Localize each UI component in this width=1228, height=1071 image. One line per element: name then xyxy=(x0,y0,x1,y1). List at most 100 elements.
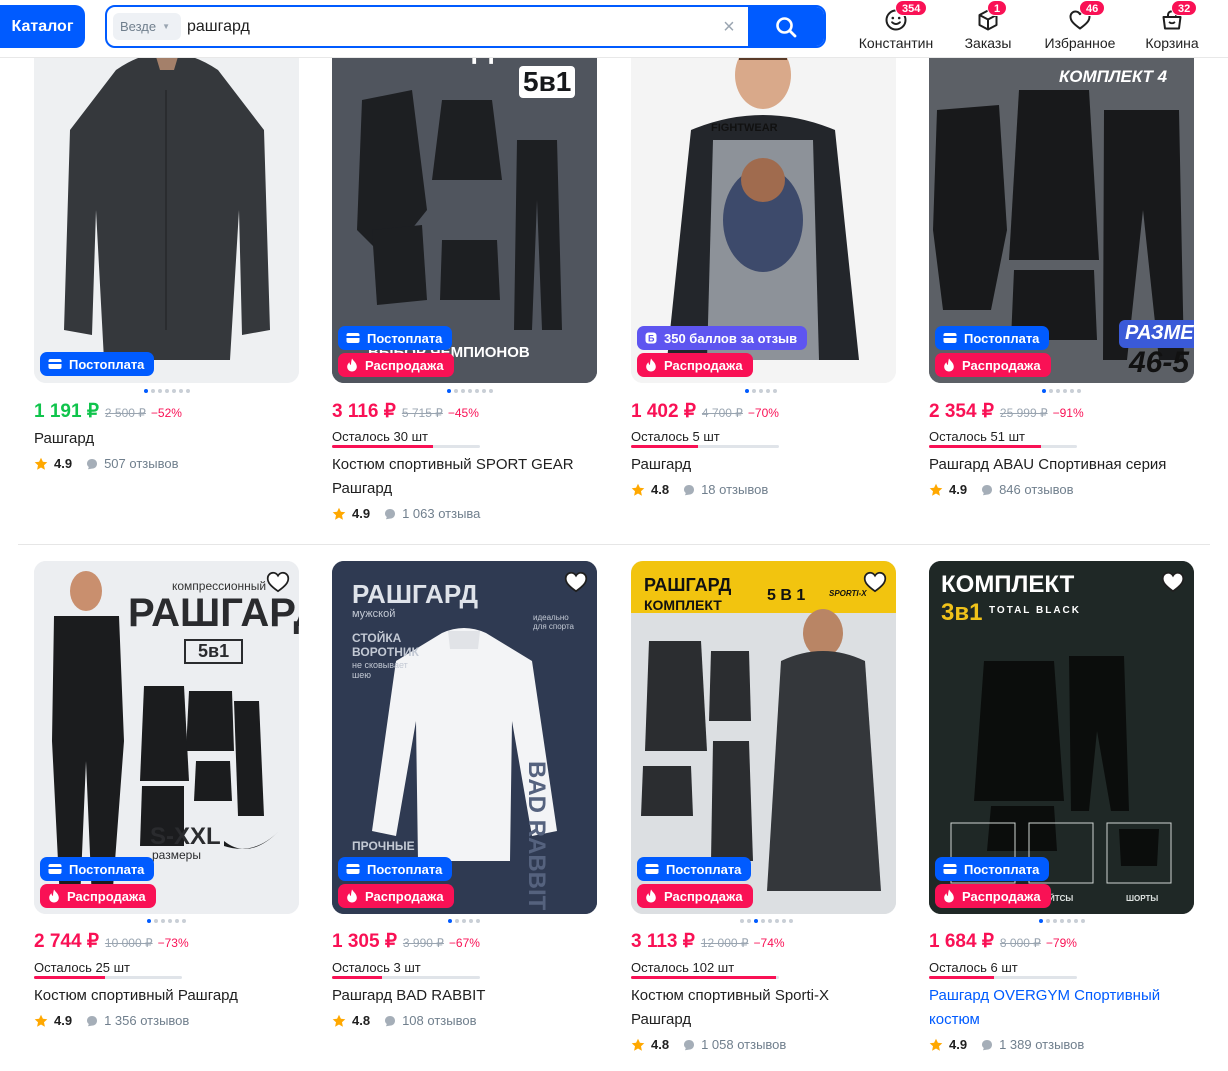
search-button[interactable] xyxy=(748,7,824,46)
chevron-down-icon: ▼ xyxy=(162,22,171,31)
header: Каталог Везде ▼ × 354 Константин 1 Заказ… xyxy=(0,0,1228,58)
product-title[interactable]: Костюм спортивный Sporti-X Рашгард xyxy=(631,984,893,1032)
reviews-count[interactable]: 18 отзывов xyxy=(701,482,768,497)
product-card[interactable]: РАШГАРД мужской СТОЙКА ВОРОТНИК не сковы… xyxy=(332,561,597,1041)
old-price: 3 990 ₽ xyxy=(402,936,444,950)
image-pager[interactable] xyxy=(147,919,186,923)
rating-value: 4.8 xyxy=(651,1037,670,1052)
image-pager[interactable] xyxy=(1039,919,1085,923)
image-pager[interactable] xyxy=(144,389,190,393)
stock-fill xyxy=(631,445,698,448)
image-caption: РАЗМЕ xyxy=(1125,322,1194,344)
nav-favorites[interactable]: 46 Избранное xyxy=(1043,0,1117,58)
image-pager[interactable] xyxy=(1042,389,1081,393)
stock-bar xyxy=(631,976,779,979)
discount: −74% xyxy=(753,936,785,950)
rating: 4.9 1 063 отзыва xyxy=(332,506,480,521)
old-price: 8 000 ₽ xyxy=(999,936,1041,950)
product-image[interactable]: КОМПЛЕКТ 4 РАЗМЕ 46-5 Постоплата Распрод… xyxy=(929,30,1194,383)
rating-value: 4.9 xyxy=(949,482,968,497)
reviews-count[interactable]: 507 отзывов xyxy=(104,456,178,471)
favorite-heart-icon[interactable] xyxy=(265,569,291,595)
nav-orders[interactable]: 1 Заказы xyxy=(957,0,1019,58)
reviews-count[interactable]: 846 отзывов xyxy=(999,482,1073,497)
product-card[interactable]: FIGHTWEAR Б 350 баллов за отзыв Распрода… xyxy=(631,0,896,510)
reviews-count[interactable]: 1 389 отзывов xyxy=(999,1037,1084,1052)
nav-profile[interactable]: 354 Константин xyxy=(858,0,934,58)
price-block: 2 744 ₽ 10 000 ₽ −73% xyxy=(34,930,189,953)
image-pager[interactable] xyxy=(740,919,793,923)
search-scope-select[interactable]: Везде ▼ xyxy=(113,13,181,40)
card-icon xyxy=(48,863,62,875)
product-card[interactable]: РАШГАРД КОМПЛЕКТ 5 В 1 SPORTI-X Постопла… xyxy=(631,561,896,1066)
catalog-button[interactable]: Каталог xyxy=(0,5,85,48)
product-image[interactable]: РАШГАРД 5в1 ВЫБОР ЧЕМПИОНОВ Постоплата Р… xyxy=(332,30,597,383)
product-title[interactable]: Рашгард ABAU Спортивная серия xyxy=(929,453,1191,477)
image-pager[interactable] xyxy=(745,389,777,393)
svg-text:Б: Б xyxy=(648,334,655,344)
badge-label: Постоплата xyxy=(69,356,145,372)
old-price: 12 000 ₽ xyxy=(700,936,749,950)
comment-icon xyxy=(683,484,695,496)
image-caption: мужской xyxy=(352,608,396,620)
reviews-count[interactable]: 108 отзывов xyxy=(402,1013,476,1028)
current-price: 3 113 ₽ xyxy=(631,931,695,952)
discount: −45% xyxy=(447,406,479,420)
nav-label: Заказы xyxy=(964,35,1012,51)
favorite-heart-icon[interactable] xyxy=(563,569,589,595)
stock-label: Осталось 3 шт xyxy=(332,960,421,975)
search-input[interactable] xyxy=(187,15,707,39)
discount: −79% xyxy=(1045,936,1077,950)
current-price: 3 116 ₽ xyxy=(332,401,396,422)
price-block: 1 684 ₽ 8 000 ₽ −79% xyxy=(929,930,1077,953)
card-icon xyxy=(645,863,659,875)
product-image[interactable]: РАШГАРД КОМПЛЕКТ 5 В 1 SPORTI-X Постопла… xyxy=(631,561,896,914)
image-caption: КОМПЛЕКТ 4 xyxy=(1059,67,1168,86)
product-image[interactable]: компрессионный РАШГАРД 5в1 S-XXL размеры… xyxy=(34,561,299,914)
heart-icon: 46 xyxy=(1067,0,1106,33)
product-card[interactable]: КОМПЛЕКТ 3в1 TOTAL BLACK ЙТСЫ ШОРТЫ Пост… xyxy=(929,561,1194,1066)
reviews-count[interactable]: 1 058 отзывов xyxy=(701,1037,786,1052)
stock-fill xyxy=(34,976,106,979)
product-title[interactable]: Рашгард BAD RABBIT xyxy=(332,984,594,1008)
badge-sale: Распродажа xyxy=(338,353,454,377)
nav-cart[interactable]: 32 Корзина xyxy=(1140,0,1204,58)
favorite-heart-icon[interactable] xyxy=(1160,569,1186,595)
reviews-count[interactable]: 1 356 отзывов xyxy=(104,1013,189,1028)
badge-label: Распродажа xyxy=(365,888,444,904)
fire-icon xyxy=(48,889,60,903)
rating-value: 4.9 xyxy=(54,456,73,471)
image-caption: КОМПЛЕКТ xyxy=(941,571,1075,598)
bag-icon: 32 xyxy=(1159,0,1198,33)
image-pager[interactable] xyxy=(448,919,480,923)
product-image[interactable]: РАШГАРД мужской СТОЙКА ВОРОТНИК не сковы… xyxy=(332,561,597,914)
product-image[interactable]: КОМПЛЕКТ 3в1 TOTAL BLACK ЙТСЫ ШОРТЫ Пост… xyxy=(929,561,1194,914)
product-image[interactable]: FIGHTWEAR Б 350 баллов за отзыв Распрода… xyxy=(631,30,896,383)
product-card[interactable]: КОМПЛЕКТ 4 РАЗМЕ 46-5 Постоплата Распрод… xyxy=(929,0,1194,510)
price-block: 1 402 ₽ 4 700 ₽ −70% xyxy=(631,400,779,423)
image-pager[interactable] xyxy=(447,389,493,393)
product-title[interactable]: Костюм спортивный SPORT GEAR Рашгард xyxy=(332,453,594,501)
product-title[interactable]: Рашгард xyxy=(34,427,296,451)
product-image[interactable]: Постоплата xyxy=(34,30,299,383)
fire-icon xyxy=(943,358,955,372)
image-caption: идеально xyxy=(533,613,569,622)
product-title[interactable]: Костюм спортивный Рашгард xyxy=(34,984,296,1008)
reviews-count[interactable]: 1 063 отзыва xyxy=(402,506,480,521)
discount: −73% xyxy=(157,936,189,950)
comment-icon xyxy=(86,1015,98,1027)
stock-fill xyxy=(332,976,383,979)
product-title[interactable]: Рашгард xyxy=(631,453,893,477)
product-card[interactable]: РАШГАРД 5в1 ВЫБОР ЧЕМПИОНОВ Постоплата Р… xyxy=(332,0,597,530)
product-card[interactable]: компрессионный РАШГАРД 5в1 S-XXL размеры… xyxy=(34,561,299,1041)
star-icon xyxy=(631,483,645,497)
fire-icon xyxy=(645,889,657,903)
stock-label: Осталось 5 шт xyxy=(631,429,720,444)
clear-icon[interactable]: × xyxy=(719,17,739,37)
badge-label: Постоплата xyxy=(69,861,145,877)
favorite-heart-icon[interactable] xyxy=(862,569,888,595)
price-block: 2 354 ₽ 25 999 ₽ −91% xyxy=(929,400,1084,423)
product-card[interactable]: Постоплата 1 191 ₽ 2 500 ₽ −52% Рашгард … xyxy=(34,0,299,480)
product-title[interactable]: Рашгард OVERGYM Спортивный костюм xyxy=(929,984,1191,1032)
nav-badge: 354 xyxy=(895,0,928,16)
